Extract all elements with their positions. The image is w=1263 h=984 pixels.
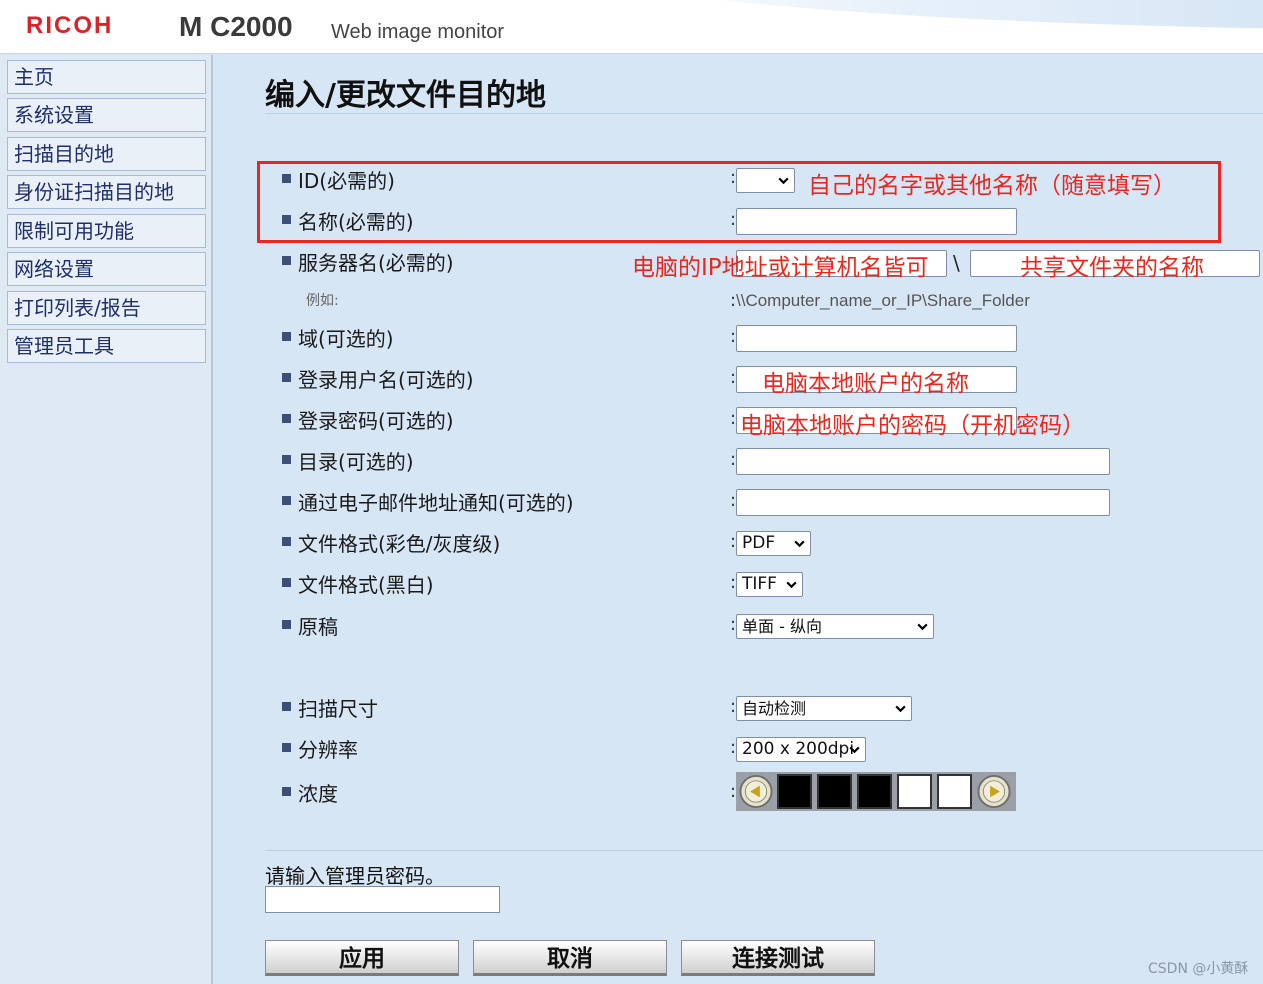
original-label: 原稿 xyxy=(298,615,338,639)
format-bw-select[interactable]: TIFF xyxy=(736,572,803,597)
sidebar-item-network-settings[interactable]: 网络设置 xyxy=(7,252,206,286)
apply-button[interactable]: 应用 xyxy=(265,940,459,976)
model-name: M C2000 xyxy=(179,11,293,42)
density-increase-button[interactable] xyxy=(976,774,1012,809)
bullet-icon xyxy=(282,455,291,464)
scan-size-value: 自动检测 xyxy=(742,699,807,718)
density-level-cell xyxy=(777,774,812,809)
density-level-cell xyxy=(857,774,892,809)
directory-input[interactable] xyxy=(736,448,1110,475)
watermark: CSDN @小黄酥 xyxy=(1148,961,1249,977)
example-path: \\Computer_name_or_IP\Share_Folder xyxy=(736,291,1030,310)
bullet-icon xyxy=(282,620,291,629)
density-label: 浓度 xyxy=(298,782,338,806)
bullet-icon xyxy=(282,496,291,505)
domain-input[interactable] xyxy=(736,325,1017,352)
scan-size-select[interactable]: 自动检测 xyxy=(736,696,912,721)
domain-label: 域(可选的) xyxy=(298,327,394,351)
annotation-login-user: 电脑本地账户的名称 xyxy=(762,371,969,397)
resolution-label: 分辨率 xyxy=(298,738,358,762)
admin-password-input[interactable] xyxy=(265,886,500,913)
header-bar: RICOH M C2000 Web image monitor xyxy=(0,0,1263,54)
sidebar-item-home[interactable]: 主页 xyxy=(7,60,206,94)
bullet-icon xyxy=(282,743,291,752)
sidebar-item-system-settings[interactable]: 系统设置 xyxy=(7,98,206,132)
format-bw-label: 文件格式(黑白) xyxy=(298,573,434,597)
header-decoration xyxy=(560,0,1263,30)
format-color-value: PDF xyxy=(742,533,776,553)
server-name-label: 服务器名(必需的) xyxy=(298,251,454,275)
bullet-icon xyxy=(282,256,291,265)
sidebar-item-admin-tools[interactable]: 管理员工具 xyxy=(7,329,206,363)
format-color-label: 文件格式(彩色/灰度级) xyxy=(298,532,501,556)
density-decrease-button[interactable] xyxy=(738,774,774,809)
cancel-button[interactable]: 取消 xyxy=(473,940,667,976)
path-separator: \ xyxy=(953,251,960,275)
original-value: 单面 - 纵向 xyxy=(742,617,822,636)
scan-size-label: 扫描尺寸 xyxy=(298,697,378,721)
example-label: 例如: xyxy=(306,293,339,309)
bullet-icon xyxy=(282,332,291,341)
bullet-icon xyxy=(282,414,291,423)
form-divider xyxy=(265,850,1263,851)
original-select[interactable]: 单面 - 纵向 xyxy=(736,614,934,639)
bullet-icon xyxy=(282,787,291,796)
chevron-down-icon xyxy=(786,581,797,589)
chevron-down-icon xyxy=(849,746,860,754)
admin-password-prompt: 请输入管理员密码。 xyxy=(265,864,445,888)
density-control xyxy=(736,772,1016,811)
email-notify-label: 通过电子邮件地址通知(可选的) xyxy=(298,491,574,515)
connection-test-button[interactable]: 连接测试 xyxy=(681,940,875,976)
sidebar-item-print-list-report[interactable]: 打印列表/报告 xyxy=(7,291,206,325)
sidebar-item-restrict-functions[interactable]: 限制可用功能 xyxy=(7,214,206,248)
bullet-icon xyxy=(282,578,291,587)
email-notify-input[interactable] xyxy=(736,489,1110,516)
annotation-login-password: 电脑本地账户的密码（开机密码） xyxy=(740,413,1085,439)
annotation-id-name: 自己的名字或其他名称（随意填写） xyxy=(808,173,1176,199)
format-bw-value: TIFF xyxy=(742,574,777,594)
density-level-cell xyxy=(937,774,972,809)
resolution-value: 200 x 200dpi xyxy=(742,739,855,759)
format-color-select[interactable]: PDF xyxy=(736,531,811,556)
title-divider xyxy=(265,113,1263,114)
annotation-share-folder: 共享文件夹的名称 xyxy=(1020,255,1204,281)
annotation-server: 电脑的IP地址或计算机名皆可 xyxy=(632,255,929,281)
bullet-icon xyxy=(282,702,291,711)
bullet-icon xyxy=(282,537,291,546)
chevron-down-icon xyxy=(794,540,805,548)
density-level-cell xyxy=(817,774,852,809)
sidebar: 主页 系统设置 扫描目的地 身份证扫描目的地 限制可用功能 网络设置 打印列表/… xyxy=(0,55,213,984)
directory-label: 目录(可选的) xyxy=(298,450,414,474)
resolution-select[interactable]: 200 x 200dpi xyxy=(736,737,866,762)
login-password-label: 登录密码(可选的) xyxy=(298,409,454,433)
bullet-icon xyxy=(282,373,291,382)
density-level-cell xyxy=(897,774,932,809)
brand-logo: RICOH xyxy=(26,12,114,39)
sidebar-item-scan-destination[interactable]: 扫描目的地 xyxy=(7,137,206,171)
sidebar-item-id-scan-destination[interactable]: 身份证扫描目的地 xyxy=(7,175,206,209)
app-subtitle: Web image monitor xyxy=(331,21,505,43)
page-title: 编入/更改文件目的地 xyxy=(265,78,546,113)
login-user-label: 登录用户名(可选的) xyxy=(298,368,474,392)
chevron-down-icon xyxy=(895,705,906,713)
chevron-down-icon xyxy=(917,623,928,631)
